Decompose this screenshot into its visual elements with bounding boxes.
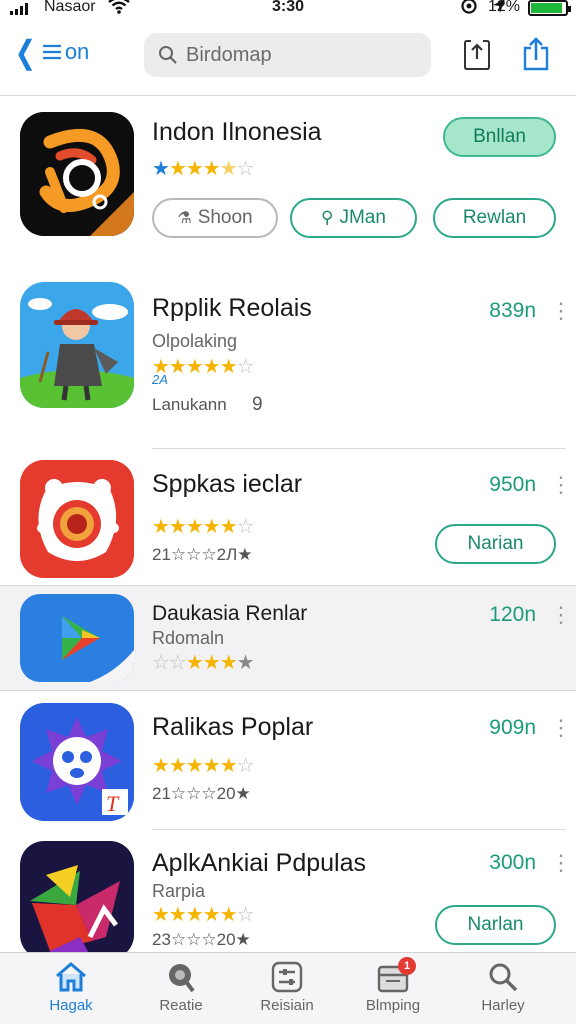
tab-label: Harley xyxy=(481,997,525,1014)
rating-count: Lanukann xyxy=(152,395,227,414)
more-options-icon[interactable]: ⋮ xyxy=(550,852,572,874)
app-icon-rpplik[interactable] xyxy=(20,282,134,408)
back-button[interactable]: ❮ on xyxy=(12,34,90,70)
app-icon-ralikas[interactable]: T xyxy=(20,703,134,821)
star-rating: ★★★★★☆ xyxy=(152,904,255,926)
tab-search[interactable]: Harley xyxy=(448,959,558,1014)
app-price: 120n xyxy=(489,603,536,626)
row-divider xyxy=(152,829,566,830)
app-title: Daukasia Renlar xyxy=(152,602,308,625)
tab-label: Reisiain xyxy=(260,997,314,1014)
tab-home[interactable]: Hagak xyxy=(16,959,126,1014)
get-button[interactable]: Bnllan xyxy=(443,117,556,157)
row-divider xyxy=(152,448,566,449)
app-row-1[interactable]: Indon Ilnonesia ★★★★★☆ Bnllan ⚗ Shoon ⚲ … xyxy=(0,96,576,266)
more-options-icon[interactable]: ⋮ xyxy=(550,474,572,496)
back-label: on xyxy=(64,39,90,64)
more-options-icon[interactable]: ⋮ xyxy=(550,300,572,322)
app-row-6[interactable]: AplkAnkiai Pdpulas Rarpia ★★★★★☆ 23☆☆☆20… xyxy=(0,831,576,952)
app-store-screen: Nasaor 3:30 12% ❮ on Birdomap Indon Ilno… xyxy=(0,0,576,1024)
more-options-icon[interactable]: ⋮ xyxy=(550,717,572,739)
app-subtitle: Rarpia xyxy=(152,881,206,901)
tab-label: Hagak xyxy=(49,997,93,1014)
tab-label: Reatie xyxy=(159,997,203,1014)
review-button[interactable]: Rewlan xyxy=(433,198,556,238)
app-icon-daukasia[interactable] xyxy=(20,594,134,682)
app-icon-sppkas[interactable] xyxy=(20,460,134,578)
list-icon xyxy=(42,44,61,60)
app-row-2[interactable]: Rpplik Reolais Olpolaking ★★★★★☆ 2A Lanu… xyxy=(0,266,576,450)
info-share-icon xyxy=(464,40,490,70)
man-button[interactable]: ⚲ JMan xyxy=(290,198,417,238)
sliders-icon xyxy=(232,959,342,995)
tab-bar: Hagak Reatie Reisiain 1 Blmping Harley xyxy=(0,952,576,1024)
more-options-icon[interactable]: ⋮ xyxy=(550,604,572,626)
app-title: Sppkas ieclar xyxy=(152,470,303,498)
svg-text:T: T xyxy=(106,791,120,816)
tab-explore[interactable]: Reatie xyxy=(126,959,236,1014)
battery-percent: 12% xyxy=(487,0,520,15)
app-icon-indon[interactable] xyxy=(20,112,134,236)
search-field[interactable]: Birdomap xyxy=(144,33,431,77)
rating-number: 9 xyxy=(252,394,263,415)
chevron-left-icon: ❮ xyxy=(14,34,37,70)
search-text: Birdomap xyxy=(186,43,272,66)
app-price: 950n xyxy=(489,473,536,496)
preview-label: Shoon xyxy=(197,207,253,228)
app-title: Rpplik Reolais xyxy=(152,294,312,322)
notification-badge: 1 xyxy=(398,957,416,975)
figure-icon: ⚲ xyxy=(321,208,334,227)
rocket-icon xyxy=(126,959,236,995)
updates-icon: 1 xyxy=(338,957,448,995)
tab-settings[interactable]: Reisiain xyxy=(232,959,342,1014)
location-icon xyxy=(460,0,478,20)
app-title: Ralikas Poplar xyxy=(152,713,314,741)
app-row-5[interactable]: T Ralikas Poplar ★★★★★☆ 21☆☆☆20★ 909n ⋮ xyxy=(0,691,576,831)
app-title: Indon Ilnonesia xyxy=(152,118,322,146)
star-rating: ☆☆★★★★ xyxy=(152,652,255,674)
rating-count: 21☆☆☆20★ xyxy=(152,784,251,803)
home-icon xyxy=(16,959,126,995)
app-price: 300n xyxy=(489,851,536,874)
app-price: 909n xyxy=(489,716,536,739)
app-title: AplkAnkiai Pdpulas xyxy=(152,849,367,877)
search-icon xyxy=(159,46,177,64)
share-info-button[interactable] xyxy=(460,34,494,74)
share-button[interactable] xyxy=(519,34,553,74)
app-subtitle: Rdomaln xyxy=(152,628,225,648)
rating-count: 23☆☆☆20★ xyxy=(152,930,251,949)
get-button[interactable]: Narian xyxy=(435,524,556,564)
star-rating: ★★★★★☆ xyxy=(152,755,255,777)
app-icon-aplkankiai[interactable] xyxy=(20,841,134,952)
app-subtitle: Olpolaking xyxy=(152,331,238,351)
share-icon xyxy=(523,37,549,71)
man-label: JMan xyxy=(339,207,386,228)
app-row-3[interactable]: Sppkas ieclar ★★★★★☆ 21☆☆☆2Л★ 950n ⋮ Nar… xyxy=(0,450,576,585)
nav-bar: ❮ on Birdomap xyxy=(0,20,576,96)
status-bar: Nasaor 3:30 12% xyxy=(0,0,576,20)
tab-label: Blmping xyxy=(365,997,421,1014)
rating-note: 2A xyxy=(152,372,168,387)
tab-updates[interactable]: 1 Blmping xyxy=(338,957,448,1014)
app-price: 839n xyxy=(489,299,536,322)
star-rating: ★★★★★☆ xyxy=(152,516,255,538)
rating-count: 21☆☆☆2Л★ xyxy=(152,545,253,564)
search-icon xyxy=(448,959,558,995)
get-button[interactable]: Narlan xyxy=(435,905,556,945)
battery-icon xyxy=(528,0,571,16)
app-row-4[interactable]: Daukasia Renlar Rdomaln ☆☆★★★★ 120n ⋮ xyxy=(0,585,576,691)
star-rating: ★★★★★☆ xyxy=(152,158,255,180)
preview-button[interactable]: ⚗ Shoon xyxy=(152,198,278,238)
flask-icon: ⚗ xyxy=(177,210,192,227)
